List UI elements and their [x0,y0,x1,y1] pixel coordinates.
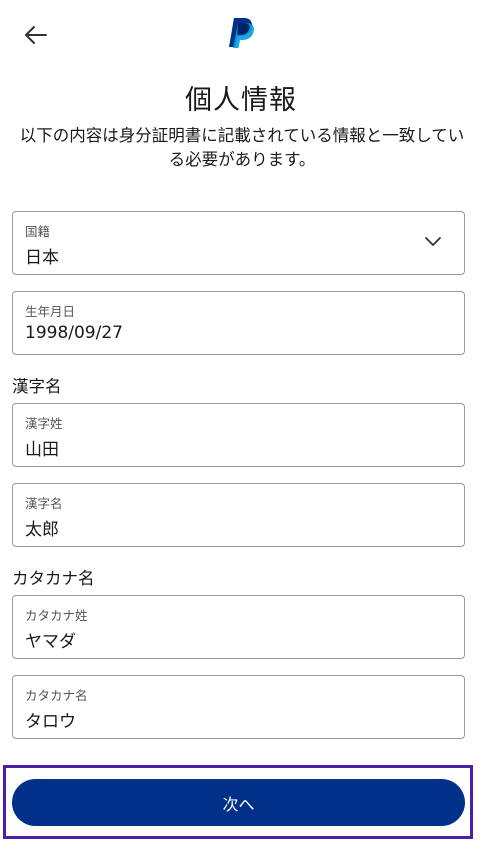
kanji-first-name-field[interactable]: 漢字名 太郎 [12,483,465,547]
personal-info-page: 個人情報 以下の内容は身分証明書に記載されている情報と一致している必要があります… [0,0,482,848]
kanji-first-name-label: 漢字名 [25,496,63,511]
kanji-last-name-field[interactable]: 漢字姓 山田 [12,403,465,467]
katakana-last-name-label: カタカナ姓 [25,608,88,623]
birthdate-field[interactable]: 生年月日 1998/09/27 [12,291,465,355]
katakana-section-label: カタカナ名 [12,569,95,588]
kanji-section-label: 漢字名 [12,377,62,396]
birthdate-value: 1998/09/27 [25,323,123,343]
chevron-down-icon [425,237,441,246]
next-button[interactable]: 次へ [12,779,465,826]
nationality-value: 日本 [25,248,59,268]
paypal-logo [229,18,254,48]
birthdate-label: 生年月日 [25,304,76,319]
kanji-last-name-value: 山田 [25,440,59,460]
katakana-last-name-value: ヤマダ [25,632,76,652]
katakana-first-name-label: カタカナ名 [25,688,88,703]
katakana-first-name-field[interactable]: カタカナ名 タロウ [12,675,465,739]
kanji-first-name-value: 太郎 [25,520,59,540]
back-button[interactable] [22,22,50,48]
nationality-select[interactable]: 国籍 日本 [12,211,465,275]
arrow-left-icon [25,26,47,44]
kanji-last-name-label: 漢字姓 [25,416,63,431]
katakana-last-name-field[interactable]: カタカナ姓 ヤマダ [12,595,465,659]
page-title: 個人情報 [185,85,297,116]
nationality-label: 国籍 [25,224,51,239]
katakana-first-name-value: タロウ [25,712,76,732]
page-subtitle: 以下の内容は身分証明書に記載されている情報と一致している必要があります。 [19,126,465,169]
